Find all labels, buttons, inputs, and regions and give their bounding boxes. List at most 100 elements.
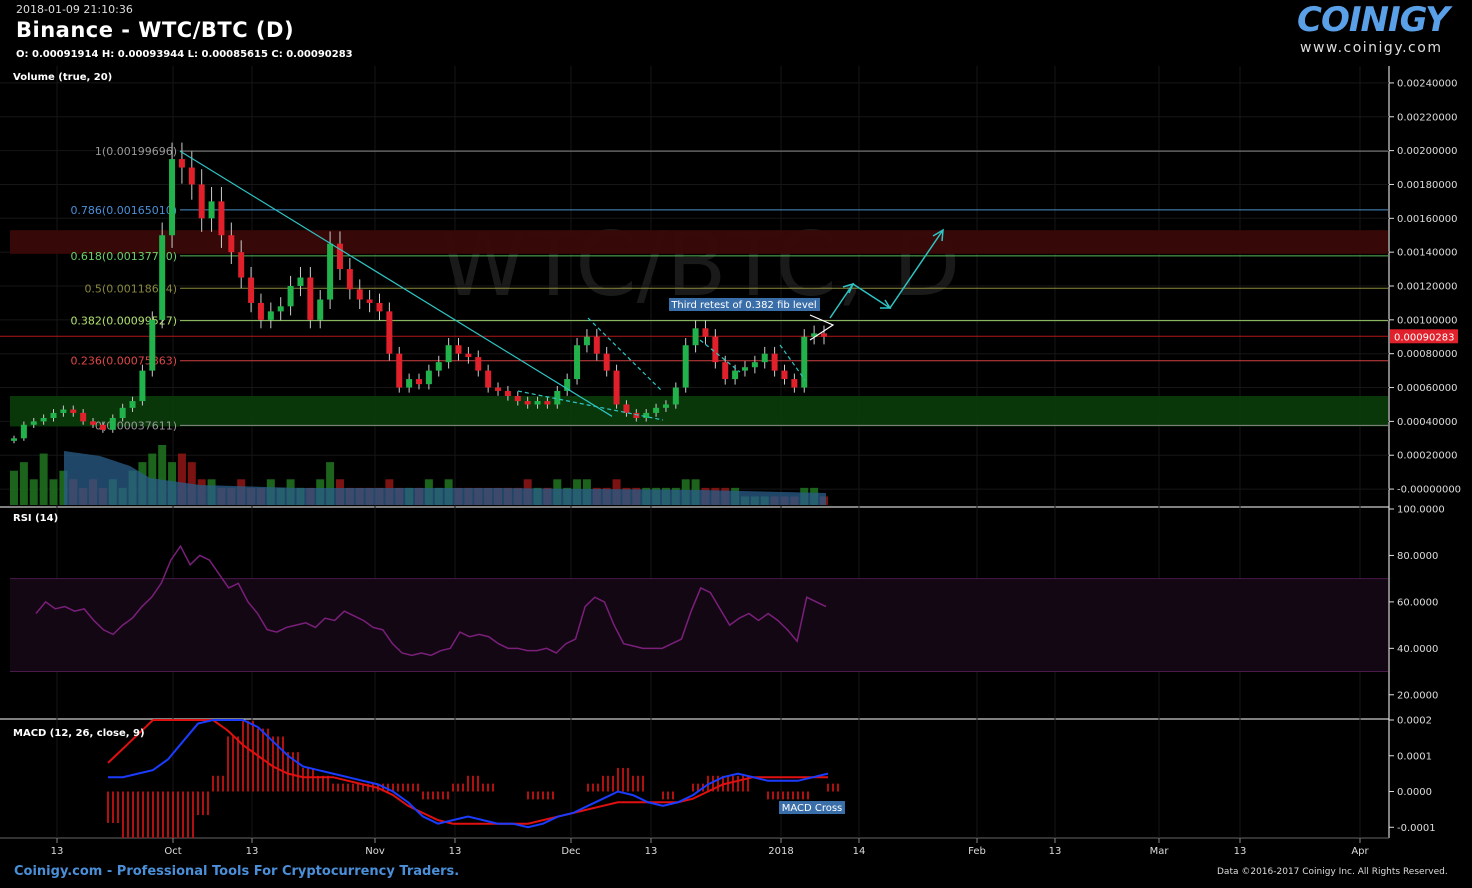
candle-body [416, 379, 422, 385]
candle-body [188, 167, 195, 185]
fib-level-label: 1(0.00199696) [95, 145, 177, 158]
x-tick-label: 13 [1049, 846, 1062, 857]
candle-body [761, 353, 768, 363]
volume-bar [29, 479, 38, 505]
candle-body [248, 277, 255, 303]
candle-body [40, 418, 47, 422]
candle-body [514, 396, 521, 402]
annotation-text: Third retest of 0.382 fib level [670, 300, 816, 311]
candle-body [99, 424, 106, 430]
price-tick-label: 0.00060000 [1397, 383, 1457, 394]
price-tick-label: 0.00160000 [1397, 214, 1457, 225]
volume-bar [19, 462, 28, 505]
candle-body [741, 367, 748, 371]
support-zone [10, 396, 1388, 427]
x-tick-label: 2018 [768, 846, 793, 857]
candle-body [228, 235, 235, 253]
candle-body [149, 319, 156, 371]
fib-level-label: 0.236(0.00075863) [70, 355, 177, 368]
candle-body [159, 235, 166, 320]
candle-body [524, 401, 531, 405]
x-tick-label: Oct [164, 846, 181, 857]
candle-body [485, 370, 492, 388]
candle-body [662, 404, 669, 408]
candle-body [722, 362, 729, 380]
candle-body [583, 336, 590, 346]
fib-level-label: 0.786(0.00165010) [70, 204, 177, 217]
last-price-value: 0.00090283 [1394, 332, 1454, 343]
chart-canvas[interactable]: 13 Oct 13 Nov 13 Dec 13 2018 14 Feb 13 Mar 13 AprWTC/… [0, 0, 1472, 888]
candle-body [781, 370, 788, 380]
candle-body [435, 362, 442, 371]
x-tick-label: Apr [1351, 846, 1369, 857]
volume-bar [10, 470, 18, 505]
candle-body [475, 357, 482, 371]
candle-body [178, 159, 185, 168]
candle-body [425, 370, 432, 385]
candle-body [257, 302, 264, 320]
price-tick-label: 0.00040000 [1397, 417, 1457, 428]
candle-body [90, 421, 97, 425]
x-tick-label: Dec [561, 846, 580, 857]
candle-body [366, 299, 373, 303]
fib-level-label: 0(0.00037611) [95, 419, 177, 432]
coinigy-logo[interactable]: COINIGY [1297, 0, 1450, 40]
flag-line [699, 339, 741, 373]
x-tick-label: Feb [968, 846, 986, 857]
candle-body [218, 201, 225, 236]
candle-body [406, 379, 413, 388]
macd-annotation-text: MACD Cross [782, 803, 843, 814]
price-tick-label: 0.00080000 [1397, 349, 1457, 360]
candle-body [732, 370, 739, 380]
macd-tick-label: 0.0002 [1397, 716, 1432, 727]
candle-body [317, 299, 324, 320]
candle-body [692, 328, 699, 346]
brand-url[interactable]: www.coinigy.com [1300, 40, 1442, 56]
candle-body [119, 407, 126, 418]
rsi-tick-label: 100.0000 [1397, 505, 1445, 516]
candle-body [603, 353, 610, 371]
candle-body [544, 401, 551, 405]
candle-body [109, 418, 116, 430]
x-tick-label: 13 [449, 846, 462, 857]
candle-body [20, 424, 27, 439]
rsi-tick-label: 40.0000 [1397, 644, 1438, 655]
macd-tick-label: 0.0001 [1397, 751, 1432, 762]
candle-body [504, 390, 511, 396]
candle-body [267, 311, 274, 320]
price-tick-label: 0.00180000 [1397, 180, 1457, 191]
x-tick-label: 14 [853, 846, 866, 857]
rsi-tick-label: 60.0000 [1397, 597, 1438, 608]
price-tick-label: 0.00140000 [1397, 248, 1457, 259]
candle-body [623, 404, 630, 413]
footer-copyright: Data ©2016-2017 Coinigy Inc. All Rights … [1217, 867, 1448, 877]
candle-body [50, 412, 57, 418]
candle-body [30, 421, 37, 425]
macd-line [108, 719, 829, 829]
price-tick-label: -0.00000000 [1397, 485, 1461, 496]
price-panel-label: Volume (true, 20) [13, 72, 113, 83]
candle-body [169, 159, 176, 236]
candle-body [238, 252, 245, 278]
candle-body [554, 390, 561, 405]
candle-body [327, 243, 334, 300]
rsi-tick-label: 20.0000 [1397, 690, 1438, 701]
candle-body [613, 370, 620, 405]
price-tick-label: 0.00200000 [1397, 146, 1457, 157]
candle-body [11, 438, 17, 441]
candle-body [593, 336, 600, 354]
candle-body [771, 353, 778, 371]
price-tick-label: 0.00240000 [1397, 78, 1457, 89]
price-tick-label: 0.00120000 [1397, 282, 1457, 293]
chart-title: Binance - WTC/BTC (D) [16, 18, 295, 42]
x-tick-label: 13 [645, 846, 658, 857]
price-tick-label: 0.00020000 [1397, 451, 1457, 462]
candle-body [495, 387, 502, 391]
candle-body [534, 401, 541, 405]
candle-body [60, 409, 67, 413]
timestamp: 2018-01-09 21:10:36 [16, 3, 133, 16]
footer-tagline-link[interactable]: Coinigy.com - Professional Tools For Cry… [14, 864, 459, 879]
candle-body [712, 336, 719, 363]
rsi-panel-label: RSI (14) [13, 513, 59, 524]
candle-body [751, 362, 758, 368]
